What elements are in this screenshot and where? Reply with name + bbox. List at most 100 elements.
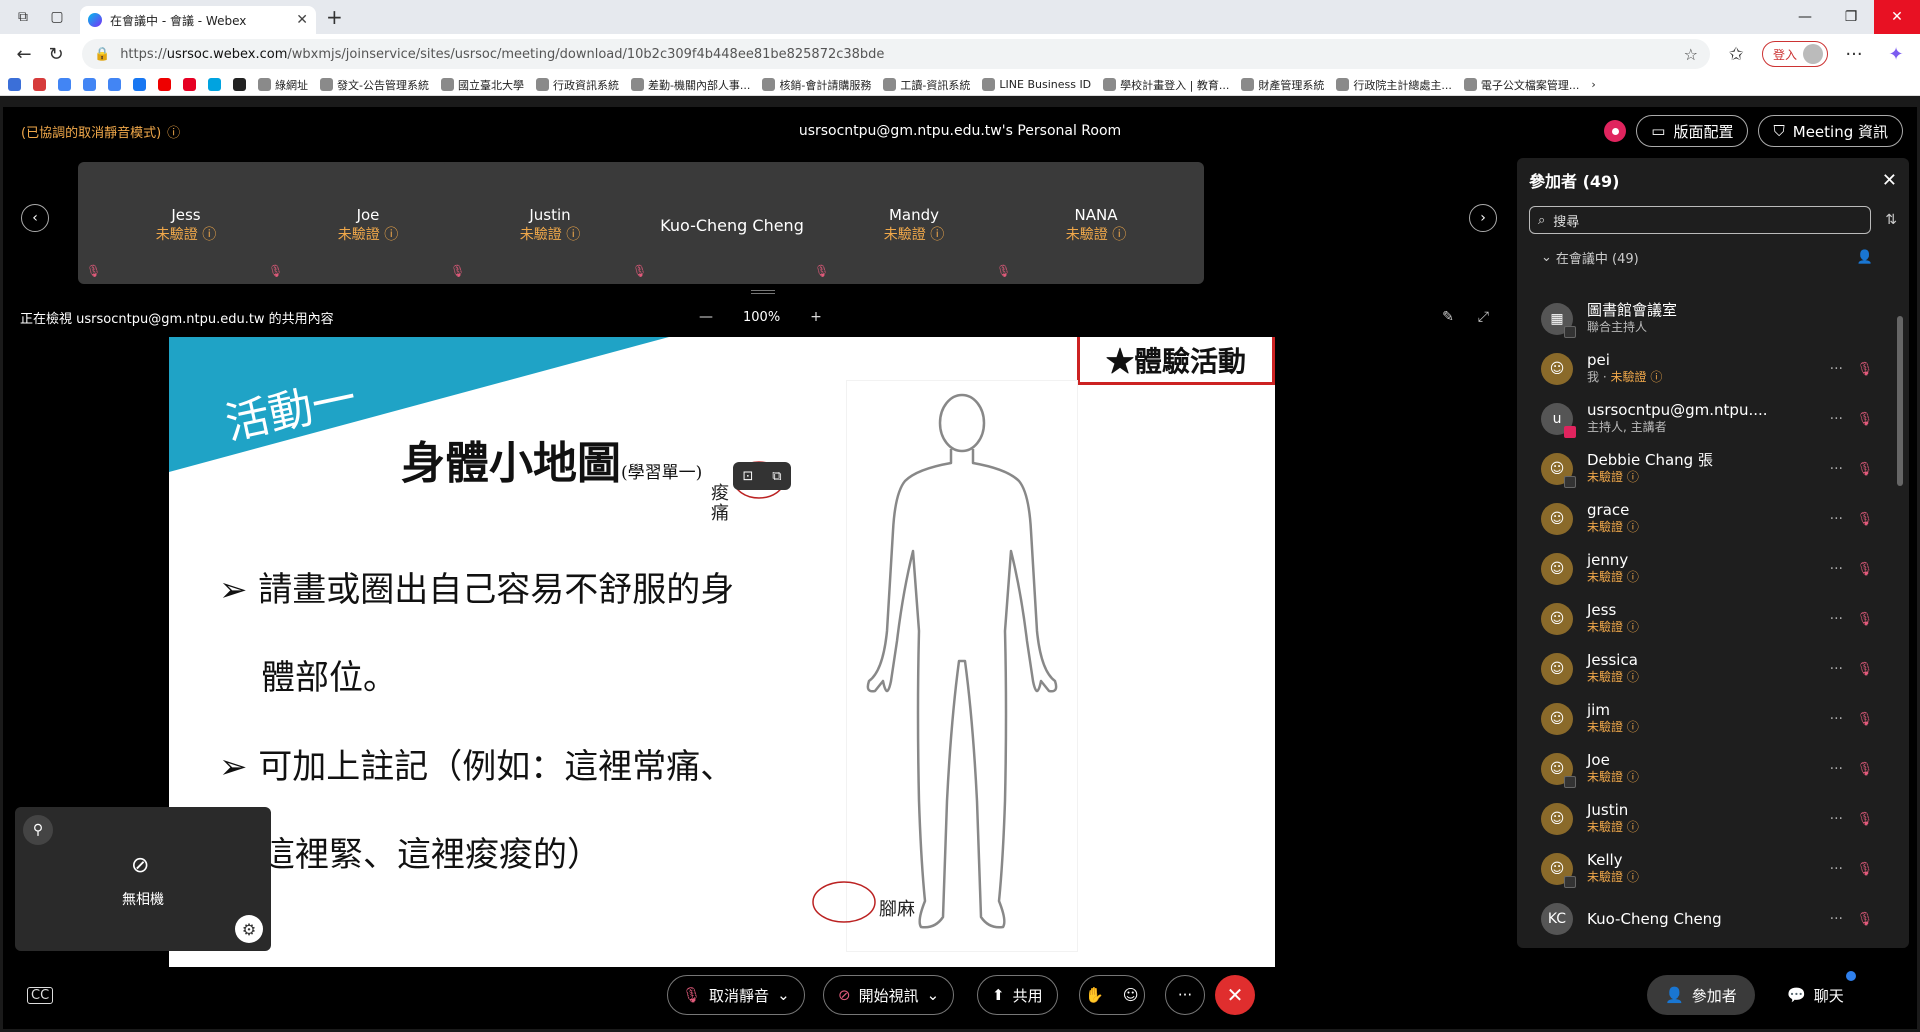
signin-button[interactable]: 登入: [1761, 41, 1828, 67]
bookmark-item[interactable]: 核銷-會計請購服務: [762, 77, 871, 93]
reload-icon[interactable]: ↻: [40, 38, 72, 70]
in-meeting-group[interactable]: ⌄ 在會議中 (49) 👤: [1517, 248, 1909, 267]
help-icon[interactable]: ⓘ: [1627, 870, 1639, 884]
mic-muted-icon[interactable]: 🎙: [1856, 462, 1873, 477]
layout-button[interactable]: ▭ 版面配置: [1636, 115, 1749, 147]
participant-row[interactable]: ☺ pei 我 · 未驗證 ⓘ ··· 🎙: [1517, 344, 1887, 394]
participant-row[interactable]: ☺ Jess 未驗證 ⓘ ··· 🎙: [1517, 594, 1887, 644]
copilot-icon[interactable]: ✦: [1880, 38, 1912, 70]
help-icon[interactable]: ⓘ: [1112, 227, 1126, 243]
close-window-icon[interactable]: ✕: [1874, 0, 1920, 34]
strip-prev-icon[interactable]: ‹: [21, 204, 49, 232]
participant-more-icon[interactable]: ···: [1830, 911, 1843, 927]
participant-more-icon[interactable]: ···: [1830, 561, 1843, 577]
bookmark-item[interactable]: 國立臺北大學: [440, 77, 524, 93]
help-icon[interactable]: ⓘ: [1650, 370, 1662, 384]
zoom-out-icon[interactable]: —: [699, 309, 713, 325]
participant-more-icon[interactable]: ···: [1830, 611, 1843, 627]
raise-hand-icon[interactable]: ✋: [1085, 986, 1104, 1004]
mic-muted-icon[interactable]: 🎙: [1856, 812, 1873, 827]
scrollbar-thumb[interactable]: [1897, 316, 1903, 486]
participant-more-icon[interactable]: ···: [1830, 461, 1843, 477]
participant-row[interactable]: KC Kuo-Cheng Cheng ··· 🎙: [1517, 894, 1887, 944]
zoom-in-icon[interactable]: +: [810, 309, 822, 325]
mic-muted-icon[interactable]: 🎙: [1856, 412, 1873, 427]
more-options-button[interactable]: ···: [1165, 975, 1205, 1015]
help-icon[interactable]: ⓘ: [1627, 620, 1639, 634]
url-field[interactable]: 🔒 https://usrsoc.webex.com/wbxmjs/joinse…: [82, 39, 1710, 69]
participant-row[interactable]: ☺ Jessica 未驗證 ⓘ ··· 🎙: [1517, 644, 1887, 694]
bookmark-item[interactable]: 行政資訊系統: [535, 77, 619, 93]
bookmark-icon-3[interactable]: [83, 78, 96, 91]
participant-row[interactable]: ☺ Debbie Chang 張 未驗證 ⓘ ··· 🎙: [1517, 444, 1887, 494]
strip-resize-handle[interactable]: [751, 290, 775, 294]
sort-icon[interactable]: ⇅: [1885, 212, 1897, 228]
participant-row[interactable]: u usrsocntpu@gm.ntpu.... 主持人, 主講者 ··· 🎙: [1517, 394, 1887, 444]
close-panel-icon[interactable]: ✕: [1882, 170, 1897, 191]
restore-icon[interactable]: ❐: [1828, 0, 1874, 34]
participant-more-icon[interactable]: ···: [1830, 661, 1843, 677]
participant-row[interactable]: ▦ 圖書館會議室 聯合主持人: [1517, 294, 1887, 344]
participant-more-icon[interactable]: ···: [1830, 811, 1843, 827]
leave-meeting-button[interactable]: ✕: [1215, 975, 1255, 1015]
bookmark-item[interactable]: 電子公文檔案管理...: [1463, 77, 1579, 93]
participant-more-icon[interactable]: ···: [1830, 411, 1843, 427]
site-info-icon[interactable]: 🔒: [94, 47, 110, 62]
zoom-level[interactable]: 100%: [743, 310, 780, 325]
meeting-info-button[interactable]: ⛉ Meeting 資訊: [1758, 115, 1903, 147]
help-icon[interactable]: ⓘ: [1627, 570, 1639, 584]
favorites-icon[interactable]: ✩: [1720, 38, 1752, 70]
participant-row[interactable]: ☺ grace 未驗證 ⓘ ··· 🎙: [1517, 494, 1887, 544]
recording-icon[interactable]: [1604, 120, 1627, 142]
participant-row[interactable]: ☺ Justin 未驗證 ⓘ ··· 🎙: [1517, 794, 1887, 844]
bookmark-icon-0[interactable]: [8, 78, 21, 91]
bookmark-item[interactable]: 發文-公告管理系統: [320, 77, 429, 93]
mic-muted-icon[interactable]: 🎙: [1856, 862, 1873, 877]
bookmark-icon-6[interactable]: [158, 78, 171, 91]
participant-more-icon[interactable]: ···: [1830, 361, 1843, 377]
share-button[interactable]: ⬆ 共用: [977, 975, 1058, 1015]
bookmark-item[interactable]: 學校計畫登入 | 教育...: [1103, 77, 1229, 93]
back-icon[interactable]: ←: [8, 38, 40, 70]
participant-more-icon[interactable]: ···: [1830, 861, 1843, 877]
participants-button[interactable]: 👤 參加者: [1647, 975, 1755, 1015]
reactions-button[interactable]: ✋ ☺: [1079, 975, 1145, 1015]
participant-row[interactable]: ☺ Joe 未驗證 ⓘ ··· 🎙: [1517, 744, 1887, 794]
more-menu-icon[interactable]: ···: [1838, 38, 1870, 70]
pin-icon[interactable]: ⚲: [23, 815, 53, 845]
workspaces-icon[interactable]: ⧉: [12, 6, 34, 28]
chat-button[interactable]: 💬 聊天: [1769, 971, 1862, 1015]
captions-icon[interactable]: CC: [27, 987, 54, 1004]
strip-next-icon[interactable]: ›: [1469, 204, 1497, 232]
bookmark-icon-4[interactable]: [108, 78, 121, 91]
close-tab-icon[interactable]: ✕: [296, 12, 308, 28]
help-icon[interactable]: ⓘ: [1627, 470, 1639, 484]
pop-out-icon[interactable]: ⧉: [772, 469, 781, 484]
participant-row[interactable]: ☺ Kelly 未驗證 ⓘ ··· 🎙: [1517, 844, 1887, 894]
chevron-down-icon[interactable]: ⌄: [927, 986, 940, 1004]
unmute-button[interactable]: 🎙 取消靜音 ⌄: [667, 975, 805, 1015]
help-icon[interactable]: ⓘ: [930, 227, 944, 243]
bookmark-item[interactable]: 綠網址: [258, 77, 308, 93]
help-icon[interactable]: ⓘ: [1627, 820, 1639, 834]
bookmark-item[interactable]: LINE Business ID: [982, 78, 1091, 91]
bookmark-icon-7[interactable]: [183, 78, 196, 91]
mic-muted-icon[interactable]: 🎙: [1856, 712, 1873, 727]
participant-more-icon[interactable]: ···: [1830, 761, 1843, 777]
help-icon[interactable]: ⓘ: [1627, 770, 1639, 784]
gear-icon[interactable]: ⚙: [235, 915, 263, 943]
mic-muted-icon[interactable]: 🎙: [1856, 662, 1873, 677]
minimize-icon[interactable]: —: [1782, 0, 1828, 34]
bookmark-icon-8[interactable]: [208, 78, 221, 91]
participant-tile[interactable]: NANA 未驗證 ⓘ 🎙: [988, 162, 1204, 284]
new-tab-icon[interactable]: +: [326, 5, 343, 29]
participant-more-icon[interactable]: ···: [1830, 711, 1843, 727]
mic-muted-icon[interactable]: 🎙: [1856, 612, 1873, 627]
mic-muted-icon[interactable]: 🎙: [1856, 912, 1873, 927]
help-icon[interactable]: ⓘ: [1627, 670, 1639, 684]
help-icon[interactable]: ⓘ: [202, 227, 216, 243]
bookmarks-overflow-icon[interactable]: ›: [1591, 78, 1595, 91]
help-icon[interactable]: ⓘ: [384, 227, 398, 243]
bookmark-icon-5[interactable]: [133, 78, 146, 91]
emoji-icon[interactable]: ☺: [1123, 986, 1139, 1004]
